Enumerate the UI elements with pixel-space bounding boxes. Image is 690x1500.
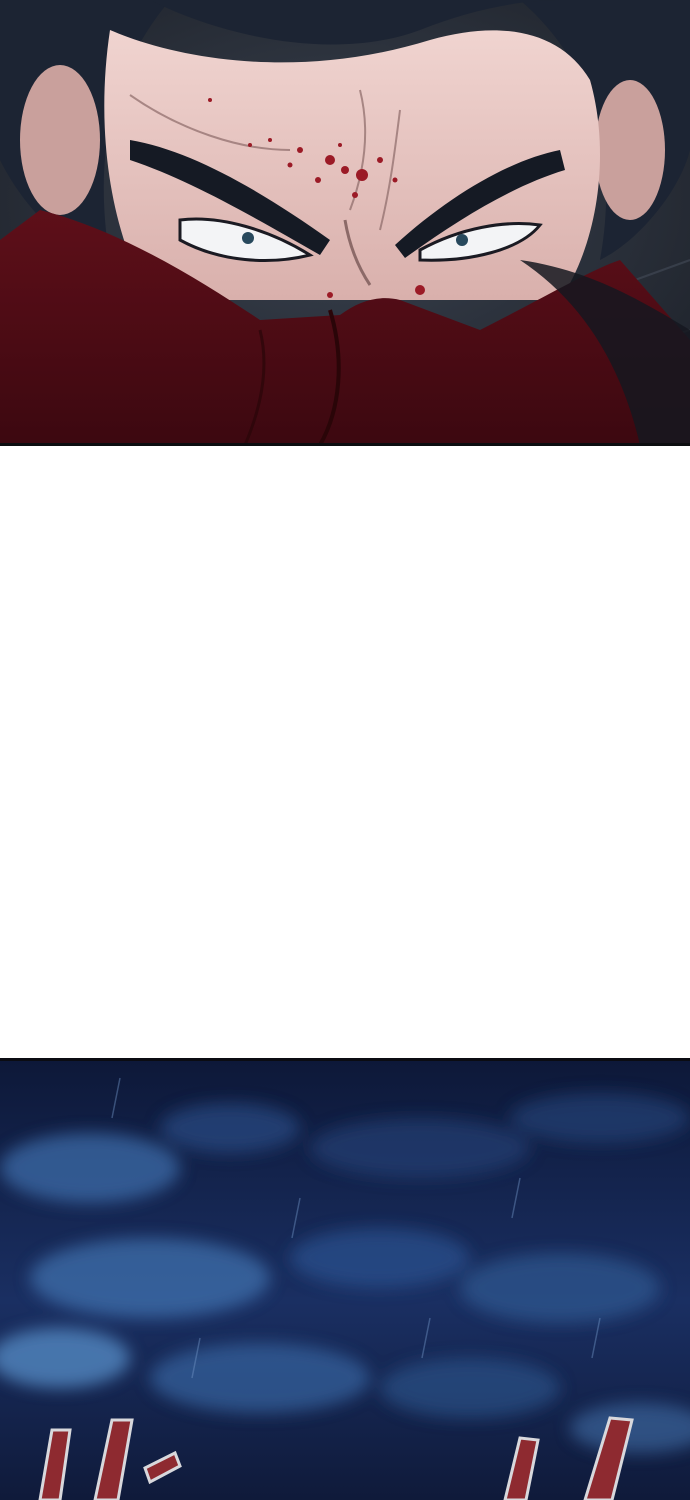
pupil-left: [242, 232, 254, 244]
panel-night-sky: [0, 1058, 690, 1500]
masked-face-illustration: [0, 0, 690, 445]
pupil-right: [456, 234, 468, 246]
panel-masked-face: [0, 0, 690, 445]
panel-border-bottom: [0, 1058, 690, 1061]
ear-right: [595, 80, 665, 220]
panel-gutter: [0, 446, 690, 1058]
comic-page: [0, 0, 690, 1500]
night-sky-illustration: [0, 1058, 690, 1500]
ear-left: [20, 65, 100, 215]
